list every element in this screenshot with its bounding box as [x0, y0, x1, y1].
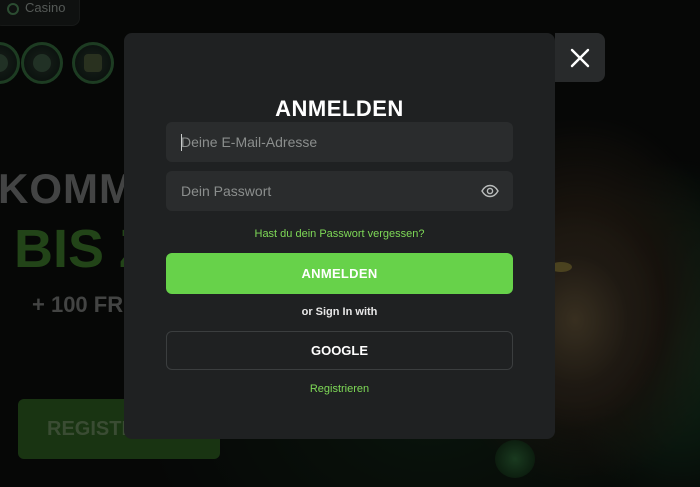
text-caret [181, 134, 182, 151]
password-field[interactable] [166, 171, 513, 211]
register-link[interactable]: Registrieren [124, 383, 555, 395]
eye-icon-glyph [481, 184, 499, 198]
google-signin-button[interactable]: GOOGLE [166, 331, 513, 370]
modal-title: ANMELDEN [275, 96, 404, 121]
close-icon [570, 48, 590, 67]
email-input[interactable] [166, 122, 513, 162]
login-submit-button[interactable]: ANMELDEN [166, 253, 513, 294]
email-field[interactable] [166, 122, 513, 162]
eye-icon[interactable] [481, 183, 499, 199]
password-input[interactable] [166, 171, 513, 211]
close-button[interactable] [555, 33, 605, 82]
forgot-password-link[interactable]: Hast du dein Passwort vergessen? [124, 228, 555, 240]
login-modal: ANMELDEN Hast du dein Passwort vergessen… [124, 33, 555, 439]
social-signin-divider: or Sign In with [301, 306, 378, 318]
